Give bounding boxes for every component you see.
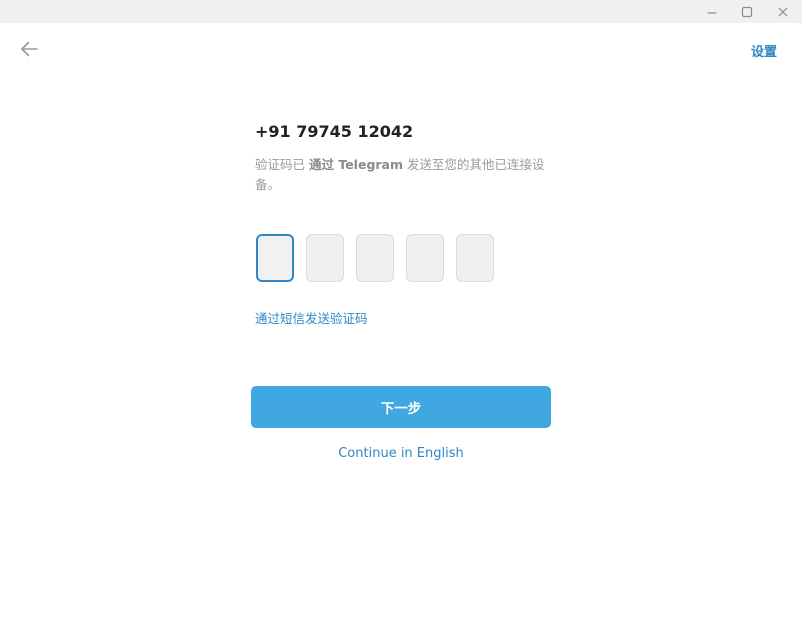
code-input-group (256, 234, 501, 284)
code-digit-input-2[interactable] (306, 234, 344, 282)
back-button[interactable] (16, 38, 42, 64)
settings-link[interactable]: 设置 (751, 41, 777, 60)
phone-number: +91 79745 12042 (255, 122, 414, 141)
desc-text-before: 验证码已 (255, 157, 309, 172)
close-button[interactable] (765, 0, 801, 23)
send-sms-link[interactable]: 通过短信发送验证码 (255, 308, 368, 327)
minimize-button[interactable] (694, 0, 730, 23)
maximize-button[interactable] (729, 0, 765, 23)
minimize-icon (706, 6, 718, 18)
code-sent-description: 验证码已 通过 Telegram 发送至您的其他已连接设备。 (255, 155, 550, 195)
code-digit-input-5[interactable] (456, 234, 494, 282)
close-icon (777, 6, 789, 18)
code-digit-input-1[interactable] (256, 234, 294, 282)
code-digit-input-3[interactable] (356, 234, 394, 282)
continue-in-english-link[interactable]: Continue in English (251, 446, 551, 461)
maximize-icon (741, 6, 753, 18)
next-button[interactable]: 下一步 (251, 386, 551, 428)
desc-text-bold: 通过 Telegram (308, 157, 404, 172)
arrow-left-icon (19, 39, 39, 63)
code-digit-input-4[interactable] (406, 234, 444, 282)
title-bar[interactable] (0, 0, 802, 23)
telegram-window: 设置 +91 79745 12042 验证码已 通过 Telegram 发送至您… (0, 0, 802, 623)
